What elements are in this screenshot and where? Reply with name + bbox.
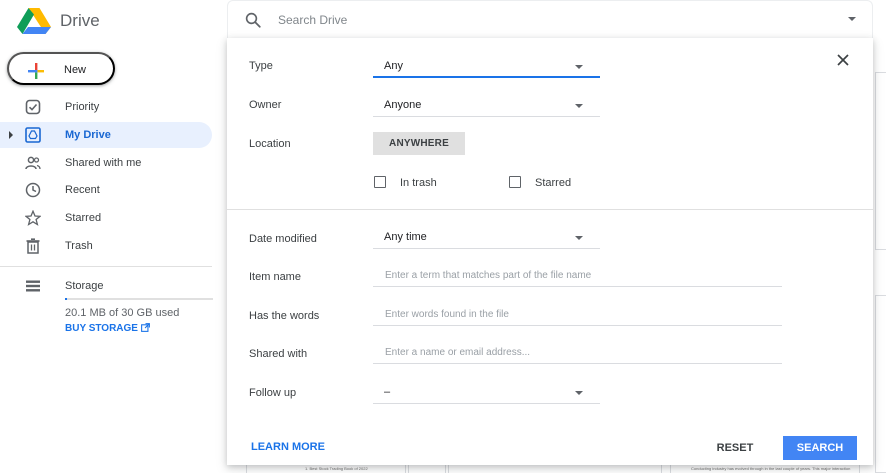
sidebar-item-starred[interactable]: Starred	[0, 205, 212, 231]
storage-icon	[26, 280, 40, 292]
location-label: Location	[249, 138, 291, 150]
owner-select[interactable]: Anyone	[373, 94, 600, 117]
shared-icon	[25, 156, 41, 170]
file-thumbnail[interactable]	[875, 72, 886, 250]
sidebar-item-recent[interactable]: Recent	[0, 177, 212, 203]
type-label: Type	[249, 60, 273, 72]
sidebar-item-my-drive[interactable]: My Drive	[0, 122, 212, 148]
starred-checkbox[interactable]	[509, 176, 521, 188]
follow-up-select-value: –	[384, 386, 391, 398]
sidebar-item-label: My Drive	[65, 129, 111, 141]
new-button-label: New	[64, 64, 87, 76]
expand-arrow-icon[interactable]	[9, 131, 13, 139]
learn-more-link[interactable]: LEARN MORE	[251, 441, 325, 453]
dropdown-arrow-icon	[575, 65, 583, 69]
dropdown-arrow-icon	[575, 236, 583, 240]
sidebar-item-label: Trash	[65, 240, 93, 252]
sidebar-divider	[0, 266, 212, 267]
sidebar-item-shared-with-me[interactable]: Shared with me	[0, 150, 212, 176]
type-select-value: Any	[384, 60, 403, 72]
external-link-icon	[141, 323, 150, 332]
trash-icon	[26, 238, 40, 254]
file-thumbnail[interactable]	[875, 295, 886, 473]
star-icon	[25, 210, 41, 226]
sidebar-item-priority[interactable]: Priority	[0, 94, 212, 120]
date-modified-label: Date modified	[249, 233, 317, 245]
clock-icon	[25, 182, 41, 198]
priority-icon	[25, 99, 41, 115]
search-icon[interactable]	[244, 11, 262, 29]
reset-button[interactable]: RESET	[710, 436, 760, 460]
sidebar-item-label: Recent	[65, 184, 100, 196]
my-drive-icon	[25, 127, 41, 143]
shared-with-label: Shared with	[249, 348, 308, 360]
plus-icon	[28, 63, 44, 79]
search-button[interactable]: SEARCH	[783, 436, 857, 460]
type-select[interactable]: Any	[373, 55, 600, 78]
has-words-input[interactable]	[373, 303, 782, 326]
starred-label[interactable]: Starred	[535, 177, 571, 189]
storage-used-text: 20.1 MB of 30 GB used	[65, 307, 180, 319]
search-input[interactable]	[278, 11, 778, 29]
drive-logo-icon[interactable]	[17, 8, 51, 34]
item-name-input[interactable]	[373, 264, 782, 287]
sidebar-item-trash[interactable]: Trash	[0, 233, 212, 259]
new-button[interactable]: New	[7, 52, 115, 85]
storage-progress-bar	[65, 298, 213, 300]
in-trash-label[interactable]: In trash	[400, 177, 437, 189]
dropdown-arrow-icon	[575, 104, 583, 108]
app-header: Drive	[0, 0, 886, 42]
sidebar-item-label: Starred	[65, 212, 102, 224]
sidebar-item-label: Storage	[65, 280, 104, 292]
file-thumbnail-text: Conducting industry has evolved through …	[691, 466, 851, 471]
advanced-search-panel: Type Any Owner Anyone Location ANYWHERE …	[227, 38, 873, 465]
sidebar-item-label: Shared with me	[65, 157, 142, 169]
dropdown-arrow-icon	[575, 391, 583, 395]
date-modified-select-value: Any time	[384, 231, 427, 243]
buy-storage-label: BUY STORAGE	[65, 323, 138, 334]
storage-progress-fill	[65, 298, 68, 300]
search-bar[interactable]	[227, 0, 873, 38]
owner-label: Owner	[249, 99, 282, 111]
app-title[interactable]: Drive	[60, 11, 100, 31]
item-name-label: Item name	[249, 271, 301, 283]
in-trash-checkbox[interactable]	[374, 176, 386, 188]
sidebar-item-label: Priority	[65, 101, 100, 113]
shared-with-input[interactable]	[373, 341, 782, 364]
panel-divider	[227, 209, 873, 210]
owner-select-value: Anyone	[384, 99, 422, 111]
close-icon[interactable]	[836, 53, 850, 67]
buy-storage-link[interactable]: BUY STORAGE	[65, 323, 150, 334]
follow-up-label: Follow up	[249, 387, 297, 399]
date-modified-select[interactable]: Any time	[373, 226, 600, 249]
search-options-chevron-icon[interactable]	[848, 17, 856, 21]
has-words-label: Has the words	[249, 310, 320, 322]
location-anywhere-button[interactable]: ANYWHERE	[373, 132, 465, 155]
file-thumbnail-text: 1. Best Stock Trading Book of 2022	[305, 466, 368, 471]
follow-up-select[interactable]: –	[373, 381, 600, 404]
sidebar-item-storage[interactable]: Storage	[0, 273, 212, 299]
